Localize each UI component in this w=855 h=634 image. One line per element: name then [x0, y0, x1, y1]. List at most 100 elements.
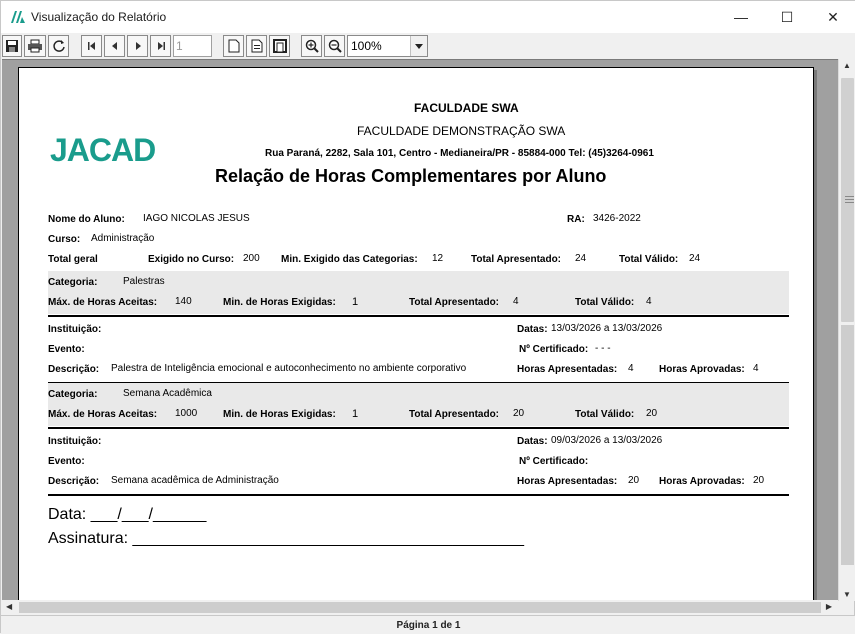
horas-aprovadas-label: Horas Aprovadas: [659, 364, 745, 375]
horas-aprovadas-value: 20 [753, 475, 765, 486]
divider [48, 315, 789, 317]
scrollbar-track-section [841, 325, 854, 565]
logo-text: JACAD [50, 132, 156, 168]
minimize-button[interactable]: — [718, 1, 764, 33]
total-apresentado-value: 24 [575, 253, 587, 264]
signature-line: Assinatura: ____________________________… [48, 530, 525, 547]
zoom-out-button[interactable] [324, 35, 345, 57]
print-button[interactable] [24, 35, 46, 57]
data-line: Data: ___/___/______ [48, 506, 207, 523]
min-horas-value: 1 [352, 408, 359, 420]
category-name: Semana Acadêmica [123, 388, 212, 399]
cat-apresentado-label: Total Apresentado: [409, 297, 500, 308]
refresh-icon [52, 40, 65, 52]
scrollbar-thumb[interactable] [841, 78, 854, 322]
window-title: Visualização do Relatório [31, 10, 167, 24]
total-valido-value: 24 [689, 253, 701, 264]
descricao-label: Descrição: [48, 476, 100, 487]
datas-value: 09/03/2026 a 13/03/2026 [551, 435, 663, 446]
min-categorias-label: Min. Exigido das Categorias: [281, 254, 418, 265]
vertical-scrollbar[interactable]: ▲ ▼ [838, 59, 855, 601]
total-geral-label: Total geral [48, 254, 98, 265]
max-horas-value: 140 [175, 296, 192, 307]
scroll-up-icon[interactable]: ▲ [843, 61, 851, 70]
cat-apresentado-value: 20 [513, 408, 525, 419]
instituicao-label: Instituição: [48, 324, 102, 335]
exigido-value: 200 [243, 253, 260, 264]
divider [48, 494, 789, 496]
descricao-label: Descrição: [48, 364, 100, 375]
minimize-icon: — [734, 9, 748, 25]
cat-apresentado-value: 4 [513, 296, 519, 307]
previous-page-button[interactable] [104, 35, 125, 57]
next-page-icon [135, 42, 141, 50]
course-value: Administração [91, 233, 155, 244]
grip-line [845, 199, 854, 200]
datas-value: 13/03/2026 a 13/03/2026 [551, 323, 663, 334]
grip-line [845, 196, 854, 197]
ra-value: 3426-2022 [593, 213, 641, 224]
horas-apresentadas-label: Horas Apresentadas: [517, 476, 618, 487]
cat-valido-value: 4 [646, 296, 652, 307]
zoom-in-button[interactable] [301, 35, 322, 57]
page-indicator: Página 1 de 1 [396, 620, 461, 631]
cat-valido-label: Total Válido: [575, 409, 635, 420]
datas-label: Datas: [517, 324, 548, 335]
page-number-input[interactable]: 1 [173, 35, 212, 57]
zoom-dropdown-arrow[interactable] [410, 36, 427, 56]
evento-label: Evento: [48, 344, 85, 355]
scroll-down-icon[interactable]: ▼ [843, 590, 851, 599]
min-categorias-value: 12 [432, 253, 444, 264]
cat-apresentado-label: Total Apresentado: [409, 409, 500, 420]
category-label: Categoria: [48, 389, 98, 400]
single-page-button[interactable] [223, 35, 244, 57]
institution-logo: JACAD [50, 132, 156, 169]
max-horas-label: Máx. de Horas Aceitas: [48, 409, 158, 420]
certificado-label: Nº Certificado: [519, 344, 589, 355]
zoom-out-icon [328, 39, 342, 53]
cat-valido-label: Total Válido: [575, 297, 635, 308]
save-button[interactable] [2, 35, 22, 57]
horas-aprovadas-label: Horas Aprovadas: [659, 476, 745, 487]
zoom-in-icon [305, 39, 319, 53]
descricao-value: Palestra de Inteligência emocional e aut… [111, 363, 467, 374]
page-width-icon [251, 39, 262, 53]
last-page-button[interactable] [150, 35, 171, 57]
scroll-right-icon[interactable]: ▶ [826, 602, 832, 611]
horizontal-scrollbar[interactable]: ◀ ▶ [2, 600, 838, 615]
whole-page-button[interactable] [269, 35, 290, 57]
instituicao-label: Instituição: [48, 436, 102, 447]
institution-address: Rua Paraná, 2282, Sala 101, Centro - Med… [265, 148, 654, 159]
first-page-button[interactable] [81, 35, 102, 57]
report-page: JACAD FACULDADE SWA FACULDADE DEMONSTRAÇ… [18, 67, 814, 600]
student-name-label: Nome do Aluno: [48, 214, 125, 225]
report-viewer-area[interactable]: JACAD FACULDADE SWA FACULDADE DEMONSTRAÇ… [2, 59, 838, 600]
ra-label: RA: [567, 214, 585, 225]
close-button[interactable]: ✕ [810, 1, 855, 33]
cat-valido-value: 20 [646, 408, 658, 419]
close-icon: ✕ [827, 8, 839, 25]
institution-subtitle: FACULDADE DEMONSTRAÇÃO SWA [357, 124, 566, 138]
zoom-select[interactable]: 100% [347, 35, 428, 57]
certificado-value: - - - [595, 343, 611, 354]
refresh-button[interactable] [48, 35, 69, 57]
title-bar: Visualização do Relatório — ☐ ✕ [1, 1, 855, 33]
horizontal-scrollbar-thumb[interactable] [19, 602, 821, 613]
scroll-left-icon[interactable]: ◀ [6, 602, 12, 611]
horas-apresentadas-value: 20 [628, 475, 640, 486]
whole-page-icon [272, 39, 287, 53]
single-page-icon [228, 39, 239, 53]
max-horas-value: 1000 [175, 408, 198, 419]
min-horas-label: Min. de Horas Exigidas: [223, 409, 336, 420]
grip-line [845, 202, 854, 203]
divider [48, 427, 789, 429]
zoom-value: 100% [351, 39, 382, 53]
toolbar: 1 100% [1, 33, 855, 59]
descricao-value: Semana acadêmica de Administração [111, 475, 279, 486]
page-width-button[interactable] [246, 35, 267, 57]
total-valido-label: Total Válido: [619, 254, 679, 265]
maximize-button[interactable]: ☐ [764, 1, 810, 33]
save-icon [6, 40, 18, 52]
next-page-button[interactable] [127, 35, 148, 57]
min-horas-label: Min. de Horas Exigidas: [223, 297, 336, 308]
